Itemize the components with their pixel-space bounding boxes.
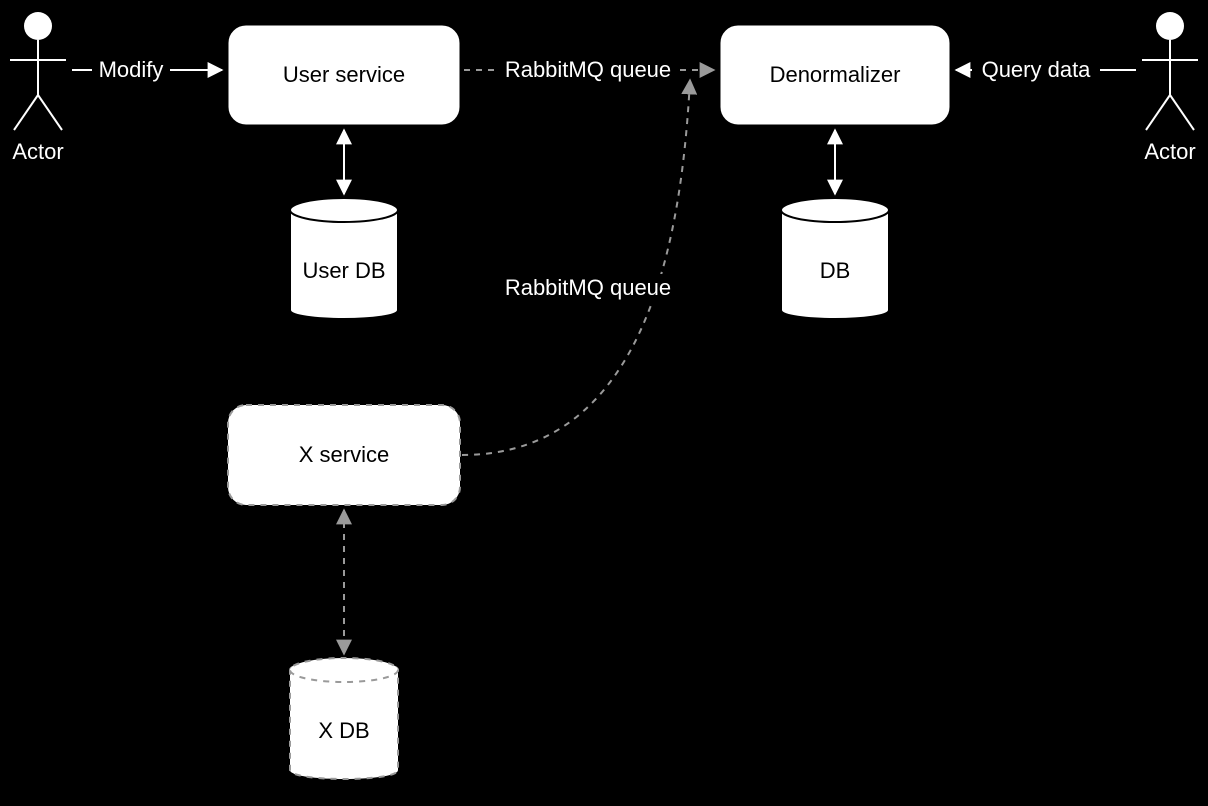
edge-query: Query data xyxy=(956,56,1136,84)
db-label: DB xyxy=(820,258,851,283)
edge-modify-label: Modify xyxy=(99,57,164,82)
actor-left-label: Actor xyxy=(12,139,63,164)
architecture-diagram: Actor Actor User service Denormalizer X … xyxy=(0,0,1208,806)
edge-modify: Modify xyxy=(72,56,222,84)
node-user-db: User DB xyxy=(290,198,398,319)
denormalizer-label: Denormalizer xyxy=(770,62,901,87)
user-service-label: User service xyxy=(283,62,405,87)
edge-queue1: RabbitMQ queue xyxy=(464,56,714,84)
node-user-service: User service xyxy=(228,25,460,125)
node-x-db: X DB xyxy=(290,658,398,779)
edge-queue2: RabbitMQ queue xyxy=(462,80,690,455)
user-db-label: User DB xyxy=(302,258,385,283)
x-db-label: X DB xyxy=(318,718,369,743)
actor-left: Actor xyxy=(8,12,68,166)
edge-query-label: Query data xyxy=(982,57,1092,82)
actor-right: Actor xyxy=(1140,12,1200,166)
node-x-service: X service xyxy=(228,405,460,505)
actor-right-label: Actor xyxy=(1144,139,1195,164)
node-db: DB xyxy=(781,198,889,319)
node-denormalizer: Denormalizer xyxy=(720,25,950,125)
x-service-label: X service xyxy=(299,442,389,467)
edge-queue2-label: RabbitMQ queue xyxy=(505,275,671,300)
edge-queue1-label: RabbitMQ queue xyxy=(505,57,671,82)
